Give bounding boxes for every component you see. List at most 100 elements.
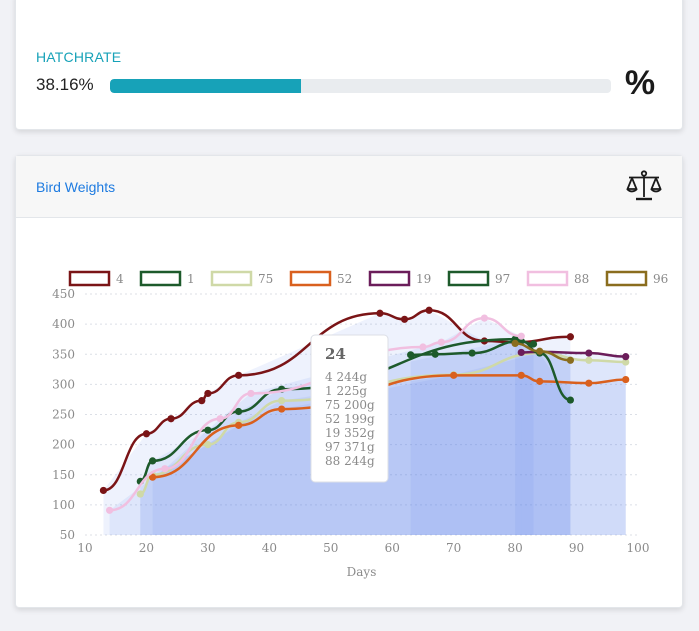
legend-label: 52 (337, 272, 352, 286)
x-tick-label: 30 (200, 541, 215, 555)
y-tick-label: 350 (52, 347, 75, 361)
y-tick-label: 100 (52, 498, 75, 512)
data-point-4 (425, 306, 433, 314)
data-point-1 (204, 426, 212, 434)
legend-label: 4 (116, 272, 124, 286)
data-point-88 (517, 332, 525, 340)
data-point-88 (161, 465, 169, 473)
x-tick-label: 90 (569, 541, 584, 555)
legend-label: 88 (574, 272, 589, 286)
data-point-4 (400, 315, 409, 323)
series-area-96 (515, 343, 571, 535)
data-point-52 (517, 371, 525, 379)
legend-item-96: 96 (605, 270, 668, 287)
data-point-1 (235, 407, 243, 416)
data-point-52 (536, 377, 544, 385)
data-point-96 (511, 339, 519, 348)
bird-weights-chart[interactable]: 50 100 150 200 250 300 350 400 450 10 20 30 40 50 60 70… (16, 156, 684, 609)
data-point-88 (216, 415, 224, 423)
data-point-97 (431, 350, 439, 358)
data-point-75 (136, 490, 144, 498)
data-point-75 (278, 397, 286, 405)
x-tick-label: 50 (323, 541, 338, 555)
data-point-88 (105, 506, 114, 514)
hatchrate-progress-bar (110, 79, 611, 93)
legend-item-97: 97 (447, 270, 510, 287)
data-point-19 (517, 348, 525, 357)
data-point-4 (99, 486, 108, 495)
legend-label: 75 (258, 272, 273, 286)
y-tick-label: 300 (52, 377, 75, 391)
tooltip-line: 19 352g (325, 426, 375, 440)
data-point-97 (407, 351, 415, 359)
data-point-52 (622, 375, 630, 384)
tooltip-line: 4 244g (325, 370, 367, 384)
tooltip-line: 1 225g (325, 384, 367, 398)
tooltip-line: 97 371g (325, 440, 375, 454)
data-point-88 (247, 389, 255, 398)
legend-swatch (605, 270, 648, 287)
data-point-52 (450, 371, 458, 379)
legend-label: 97 (495, 272, 510, 286)
x-axis-label: Days (347, 565, 377, 579)
data-point-97 (566, 396, 575, 404)
data-point-52 (278, 405, 286, 413)
tooltip-line: 75 200g (325, 398, 375, 412)
legend-swatch (368, 270, 411, 287)
y-tick-label: 400 (52, 317, 75, 331)
legend-item-4: 4 (68, 270, 124, 287)
data-point-97 (468, 349, 476, 357)
data-point-4 (376, 309, 384, 317)
tooltip-line: 52 199g (325, 412, 375, 426)
legend-swatch (68, 270, 111, 287)
data-point-4 (566, 333, 575, 341)
x-tick-label: 10 (77, 541, 92, 555)
bird-weights-card: Bird Weights 50 100 150 200 250 300 350 400 450 1… (15, 155, 683, 608)
x-tick-label: 40 (262, 541, 277, 555)
y-tick-label: 200 (52, 438, 75, 452)
hatchrate-value: 38.16% (36, 75, 94, 94)
data-point-1 (148, 457, 157, 465)
data-point-4 (142, 430, 151, 438)
data-point-96 (536, 347, 544, 355)
data-point-75 (204, 441, 212, 449)
legend-swatch (447, 270, 490, 287)
y-tick-label: 50 (60, 528, 75, 542)
percent-icon: % (624, 64, 656, 102)
data-point-88 (419, 343, 427, 351)
hatchrate-title: HATCHRATE (36, 49, 122, 65)
x-tick-label: 70 (446, 541, 461, 555)
data-point-4 (235, 371, 243, 379)
data-point-19 (622, 353, 630, 361)
legend-label: 19 (416, 272, 431, 286)
legend-item-75: 75 (210, 270, 273, 287)
legend-swatch (526, 270, 569, 287)
legend-label: 1 (187, 272, 195, 286)
legend-item-88: 88 (526, 270, 589, 287)
x-tick-label: 80 (507, 541, 522, 555)
hatchrate-card: HATCHRATE 38.16% % (15, 0, 683, 130)
data-point-4 (204, 389, 212, 398)
data-point-52 (235, 421, 243, 429)
legend-label: 96 (653, 272, 668, 286)
data-point-4 (167, 415, 175, 423)
data-point-88 (480, 314, 488, 322)
data-point-52 (585, 379, 593, 387)
data-point-19 (585, 349, 593, 357)
legend-item-19: 19 (368, 270, 431, 287)
x-tick-label: 20 (139, 541, 154, 555)
tooltip-title: 24 (325, 345, 346, 363)
tooltip-line: 88 244g (325, 454, 375, 468)
chart-tooltip: 24 4 244g1 225g75 200g52 199g19 352g97 37… (310, 334, 389, 483)
x-tick-label: 60 (385, 541, 400, 555)
legend-item-1: 1 (139, 270, 195, 287)
legend-swatch (289, 270, 332, 287)
data-point-88 (437, 338, 445, 346)
y-tick-label: 150 (52, 468, 75, 482)
legend-swatch (139, 270, 182, 287)
y-tick-label: 450 (52, 287, 75, 301)
y-tick-label: 250 (52, 408, 75, 422)
legend-item-52: 52 (289, 270, 352, 287)
data-point-96 (566, 356, 575, 364)
hatchrate-progress-fill (110, 79, 302, 93)
